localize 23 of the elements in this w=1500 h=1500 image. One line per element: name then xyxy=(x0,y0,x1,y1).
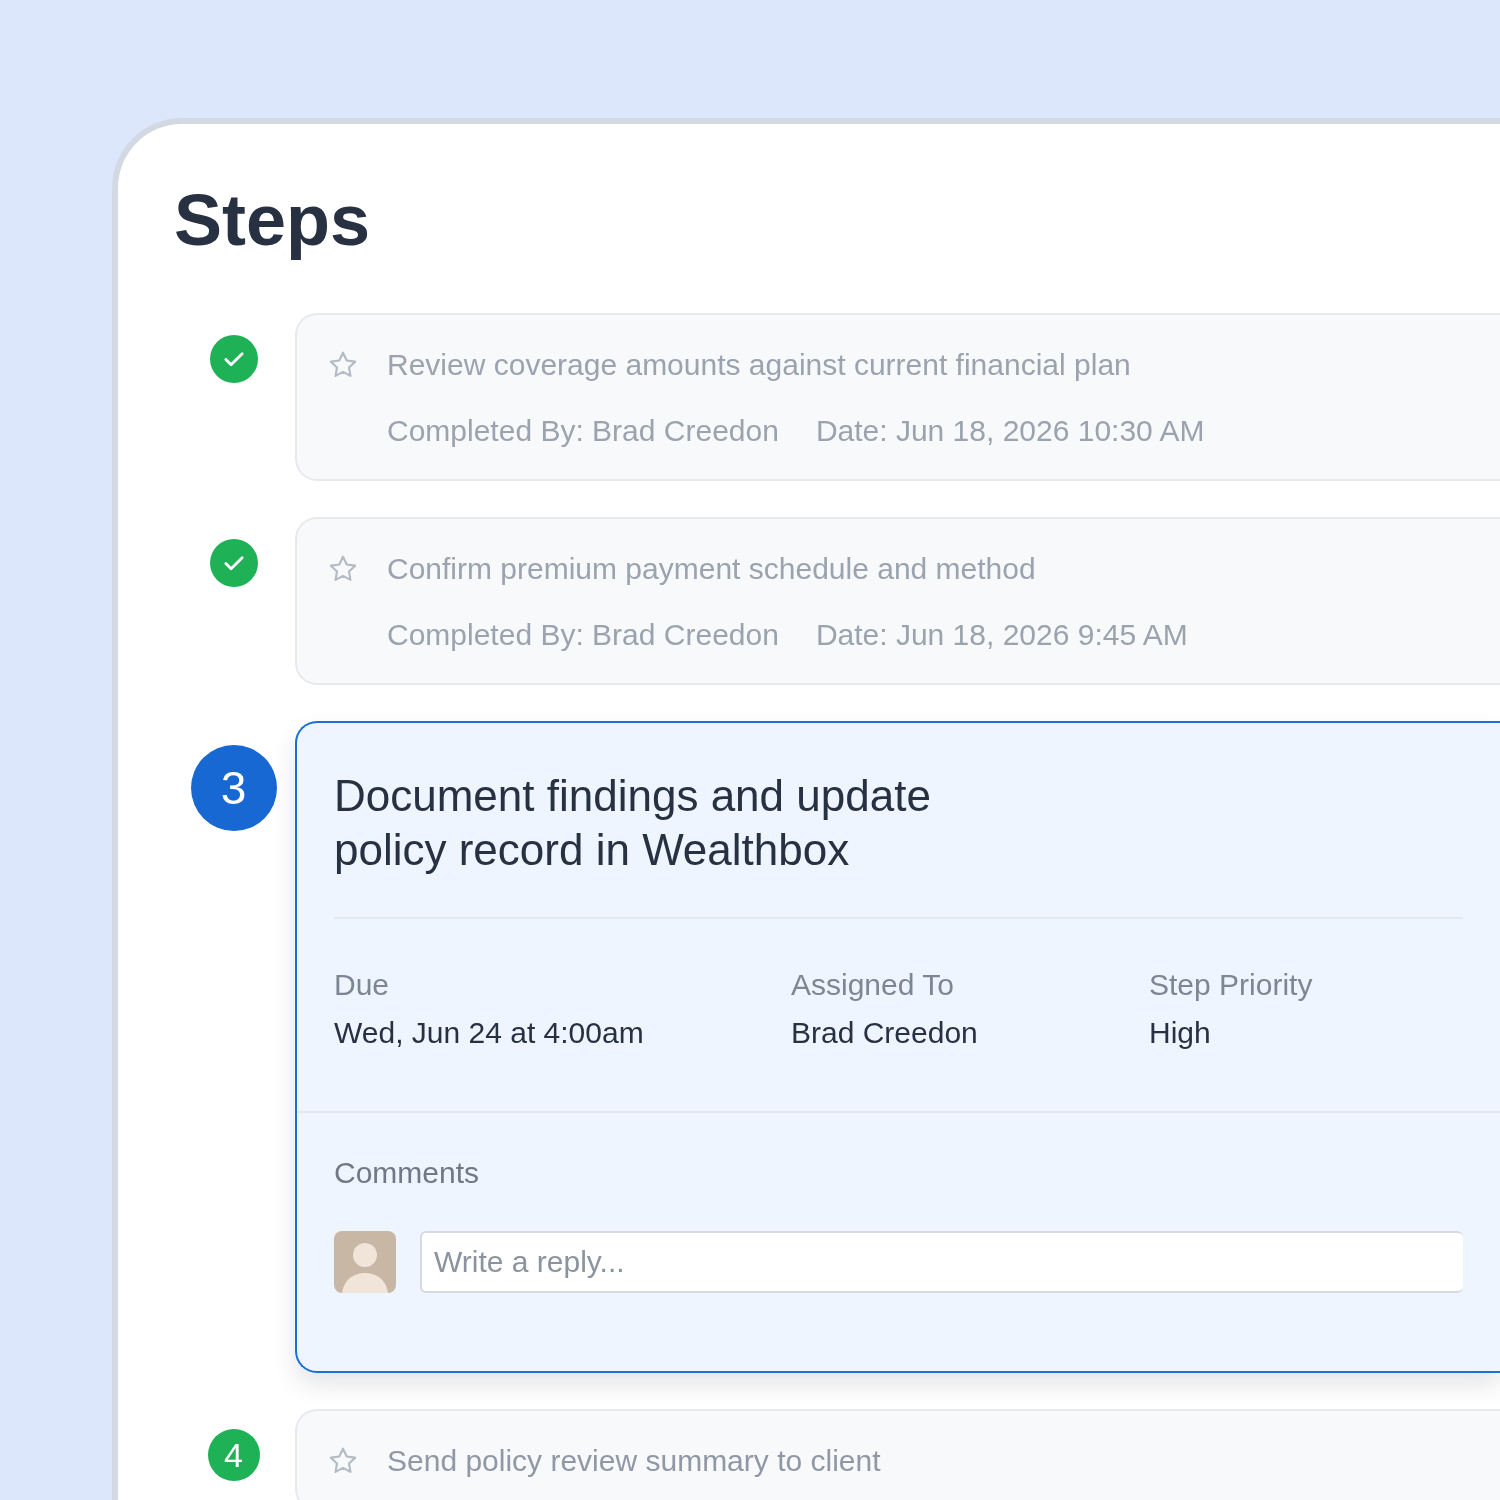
step-title: Document findings and update policy record in Wealthbox xyxy=(334,770,932,876)
field-label: Assigned To xyxy=(791,967,955,1003)
comments-heading: Comments xyxy=(334,1155,481,1191)
completed-date: Date: Jun 18, 2026 10:30 AM xyxy=(815,413,1205,449)
field-value: High xyxy=(1149,1015,1212,1051)
step-title: Review coverage amounts against current financial plan xyxy=(387,347,1131,383)
field-value: Wed, Jun 24 at 4:00am xyxy=(334,1015,645,1051)
completed-by: Completed By: Brad Creedon xyxy=(387,413,779,449)
step-card[interactable]: Send policy review summary to client xyxy=(295,1409,1500,1500)
field-label: Due xyxy=(334,967,391,1003)
step-card[interactable]: Confirm premium payment schedule and method Completed By: Brad Creedon Date: Jun 18, 2026 9:45 AM xyxy=(295,517,1500,685)
avatar-placeholder xyxy=(334,1231,396,1293)
field-value: Brad Creedon xyxy=(791,1015,979,1051)
step-number: 4 xyxy=(207,1429,260,1481)
step-card[interactable]: Document findings and update policy record in Wealthbox Due Wed, Jun 24 at 4:00am Assigned To Brad Creedon Step Priority High Comments Write a reply... xyxy=(295,721,1500,1373)
completed-by: Completed By: Brad Creedon xyxy=(387,617,779,653)
step-title: Send policy review summary to client xyxy=(387,1443,881,1479)
completed-date: Date: Jun 18, 2026 9:45 AM xyxy=(815,617,1188,653)
step-number: 3 xyxy=(190,745,277,831)
field-label: Step Priority xyxy=(1149,967,1314,1003)
step-title: Confirm premium payment schedule and method xyxy=(387,551,1036,587)
reply-field[interactable]: Write a reply... xyxy=(420,1231,1463,1293)
step-card[interactable]: Review coverage amounts against current financial plan Completed By: Brad Creedon Date: Jun 18, 2026 10:30 AM xyxy=(295,313,1500,481)
